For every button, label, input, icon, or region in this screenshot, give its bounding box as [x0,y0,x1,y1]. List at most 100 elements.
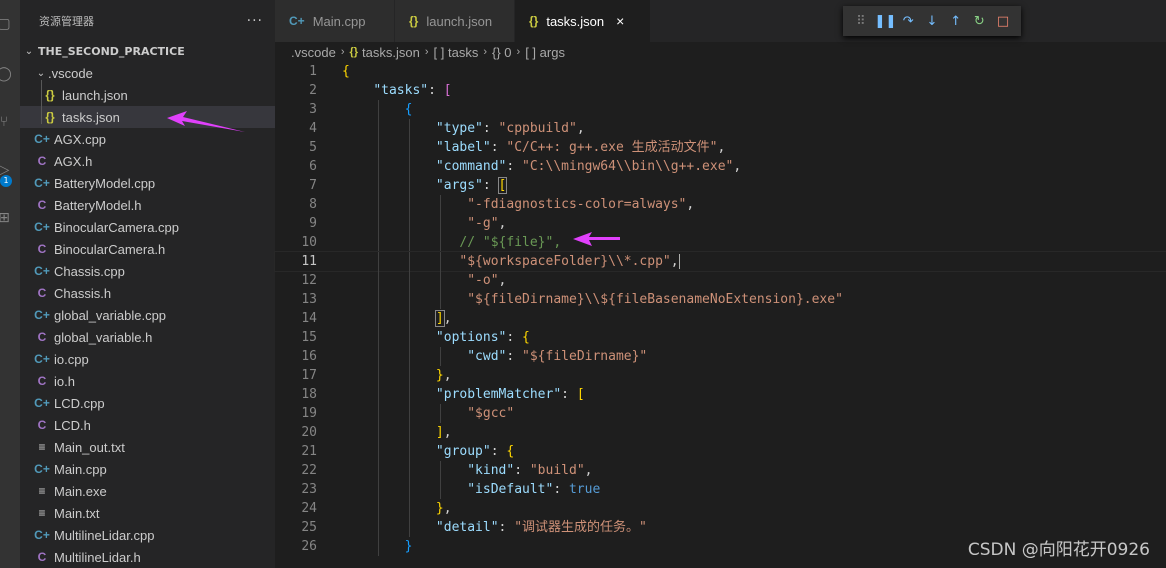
tree-file-global_variable-h[interactable]: Cglobal_variable.h [20,326,275,348]
code-line-current[interactable]: 11 "${workspaceFolder}\\*.cpp", [274,251,1166,272]
code-line[interactable]: 12 "-o", [275,271,1166,290]
breadcrumb-file[interactable]: tasks.json [362,45,420,60]
step-into-icon[interactable]: ↓ [922,14,942,29]
indent-guide [378,138,379,157]
indent-guide [440,252,441,271]
drag-handle-icon[interactable]: ⠿ [851,14,871,29]
file-label: Chassis.cpp [54,263,125,279]
folder-vscode[interactable]: ⌄ .vscode [20,62,275,84]
indent-guide [378,480,379,499]
cpp-file-icon: C+ [34,352,50,366]
tree-file-main-exe[interactable]: ≡ Main.exe [20,480,275,502]
tree-file-lcd-h[interactable]: C LCD.h [20,414,275,436]
tree-file-multilinelidar-cpp[interactable]: C+ MultilineLidar.cpp [20,524,275,546]
step-out-icon[interactable]: ↑ [946,14,966,29]
code-line[interactable]: 24 }, [275,499,1166,518]
text-file-icon: ≡ [38,484,46,498]
indent-guide [41,80,42,124]
code-line[interactable]: 4 "type": "cppbuild", [275,119,1166,138]
step-over-icon[interactable]: ↷ [898,14,918,29]
explorer-sidebar: 资源管理器 ··· ⌄ THE_SECOND_PRACTICE ⌄ .vscod… [20,0,275,568]
chevron-right-icon: › [483,46,487,58]
indent-guide [378,404,379,423]
tree-file-io-cpp[interactable]: C+ io.cpp [20,348,275,370]
code-line[interactable]: 16 "cwd": "${fileDirname}" [275,347,1166,366]
tab-main-cpp[interactable]: C+ Main.cpp [275,0,395,42]
code-line[interactable]: 5 "label": "C/C++: g++.exe 生成活动文件", [275,138,1166,157]
breadcrumb-args[interactable]: [ ] args [525,45,565,60]
indent-guide [409,499,410,518]
cpp-file-icon: C+ [34,462,50,476]
chevron-right-icon: › [424,46,429,58]
code-line[interactable]: 23 "isDefault": true [275,480,1166,499]
file-label: io.cpp [54,351,89,367]
chevron-right-icon: › [340,46,345,58]
tree-file-global_variable-cpp[interactable]: C+ global_variable.cpp [20,304,275,326]
indent-guide [409,480,410,499]
code-line[interactable]: 6 "command": "C:\\mingw64\\bin\\g++.exe"… [275,157,1166,176]
source-control-icon[interactable]: ⑂ [0,112,14,132]
tree-file-main-txt[interactable]: ≡ Main.txt [20,502,275,524]
tree-file-chassis-cpp[interactable]: C+ Chassis.cpp [20,260,275,282]
tree-file-agx-h[interactable]: C AGX.h [20,150,275,172]
file-tree: ⌄ .vscode {} launch.json {} tasks.json C+ AGX… [20,62,275,568]
breadcrumb-tasks[interactable]: [ ] tasks [434,45,479,60]
indent-guide [440,233,441,252]
tree-file-io-h[interactable]: Cio.h [20,370,275,392]
tree-file-chassis-h[interactable]: C Chassis.h [20,282,275,304]
restart-icon[interactable]: ↻ [969,14,989,29]
pause-icon[interactable]: ❚❚ [875,14,897,29]
tab-launch-json[interactable]: {} launch.json [395,0,515,42]
code-line[interactable]: 22 "kind": "build", [275,461,1166,480]
tree-file-binocularcamera-h[interactable]: C BinocularCamera.h [20,238,275,260]
code-line[interactable]: 19 "$gcc" [275,404,1166,423]
file-label: Main.exe [54,483,107,499]
stop-icon[interactable]: □ [993,14,1013,29]
code-line[interactable]: 18 "problemMatcher": [ [275,385,1166,404]
indent-guide [378,461,379,480]
code-line[interactable]: 1{ [275,62,1166,81]
code-line[interactable]: 15 "options": { [275,328,1166,347]
indent-guide [378,214,379,233]
file-label: Main.cpp [54,461,107,477]
chevron-right-icon: › [516,46,521,58]
search-icon[interactable]: ◯ [0,64,14,84]
indent-guide [378,157,379,176]
close-icon[interactable]: × [616,13,624,29]
more-actions-icon[interactable]: ··· [247,13,263,29]
code-line[interactable]: 17 }, [275,366,1166,385]
breadcrumb-index[interactable]: {} 0 [492,45,512,60]
tree-file-lcd-cpp[interactable]: C+ LCD.cpp [20,392,275,414]
code-line[interactable]: 13 "${fileDirname}\\${fileBasenameNoExte… [275,290,1166,309]
chevron-down-icon: ⌄ [24,45,34,57]
indent-guide [409,271,410,290]
code-line[interactable]: 7 "args": [ [275,176,1166,195]
project-section-header[interactable]: ⌄ THE_SECOND_PRACTICE [20,40,275,62]
file-label: AGX.cpp [54,131,107,147]
code-line[interactable]: 14 ], [275,309,1166,328]
code-editor[interactable]: 1{ 2 "tasks": [ 3 { 4 "type": "cppbuild"… [274,62,1166,556]
tree-file-multilinelidar-h[interactable]: C MultilineLidar.h [20,546,275,568]
indent-guide [440,214,441,233]
tree-file-binocularcamera-cpp[interactable]: C+ BinocularCamera.cpp [20,216,275,238]
code-line[interactable]: 3 { [275,100,1166,119]
files-icon[interactable]: ▢ [0,14,14,34]
cpp-file-icon: C+ [34,220,50,234]
extensions-icon[interactable]: ⊞ [0,208,14,228]
code-line[interactable]: 10 // "${file}", [275,233,1166,252]
code-line[interactable]: 9 "-g", [275,214,1166,233]
tree-file-main_out-txt[interactable]: ≡ Main_out.txt [20,436,275,458]
tree-file-batterymodel-cpp[interactable]: C+ BatteryModel.cpp [20,172,275,194]
tree-file-batterymodel-h[interactable]: C BatteryModel.h [20,194,275,216]
cpp-file-icon: C+ [34,396,50,410]
watermark: CSDN @向阳花开0926 [967,540,1150,560]
tab-tasks-json[interactable]: {} tasks.json × [515,0,651,42]
code-line[interactable]: 2 "tasks": [ [275,81,1166,100]
file-label: BatteryModel.h [54,197,142,213]
code-line[interactable]: 21 "group": { [275,442,1166,461]
tree-file-main-cpp[interactable]: C+ Main.cpp [20,458,275,480]
breadcrumb-folder[interactable]: .vscode [291,45,336,60]
code-line[interactable]: 20 ], [275,423,1166,442]
code-line[interactable]: 8 "-fdiagnostics-color=always", [275,195,1166,214]
tree-file-launch-json[interactable]: {} launch.json [20,84,275,106]
